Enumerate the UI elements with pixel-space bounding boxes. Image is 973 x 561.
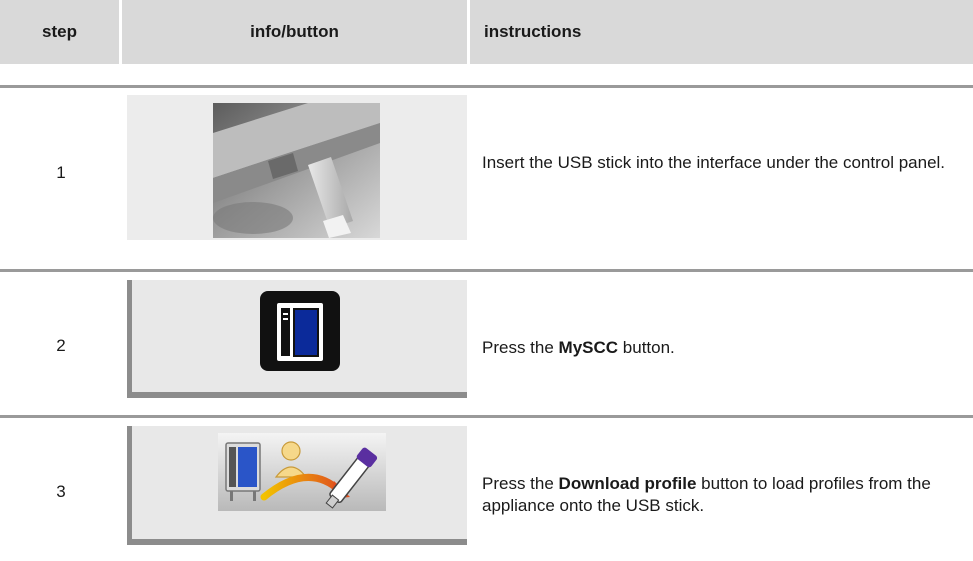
header-info-cell: info/button bbox=[122, 0, 467, 64]
header-step-cell: step bbox=[0, 0, 119, 64]
header-instructions-label: instructions bbox=[484, 22, 582, 41]
row-separator bbox=[0, 85, 973, 88]
row-separator bbox=[0, 269, 973, 272]
step-number-1: 1 bbox=[56, 163, 66, 182]
usb-stick-photo bbox=[213, 103, 380, 238]
instruction-2-text: Press the bbox=[482, 338, 559, 357]
step-number-2: 2 bbox=[56, 336, 66, 355]
instruction-2-text-end: button. bbox=[618, 338, 675, 357]
header-instructions-cell: instructions bbox=[470, 0, 973, 64]
instruction-1: Insert the USB stick into the interface … bbox=[482, 153, 946, 172]
instruction-2: Press the MySCC button. bbox=[482, 337, 962, 359]
myscc-appliance-icon[interactable] bbox=[259, 290, 341, 372]
header-info-label: info/button bbox=[250, 22, 339, 41]
myscc-label: MySCC bbox=[558, 338, 619, 357]
header-step-label: step bbox=[42, 22, 77, 41]
download-profile-icon[interactable] bbox=[218, 433, 386, 511]
panel-shadow-left bbox=[127, 426, 132, 545]
instruction-3: Press the Download profile button to loa… bbox=[482, 473, 962, 517]
panel-shadow-bottom bbox=[127, 392, 467, 398]
step-number-3: 3 bbox=[56, 482, 66, 501]
panel-shadow-left bbox=[127, 280, 132, 398]
instruction-3-text: Press the bbox=[482, 474, 559, 493]
download-profile-label: Download profile bbox=[558, 474, 697, 493]
row-separator bbox=[0, 415, 973, 418]
panel-shadow-bottom bbox=[127, 539, 467, 545]
